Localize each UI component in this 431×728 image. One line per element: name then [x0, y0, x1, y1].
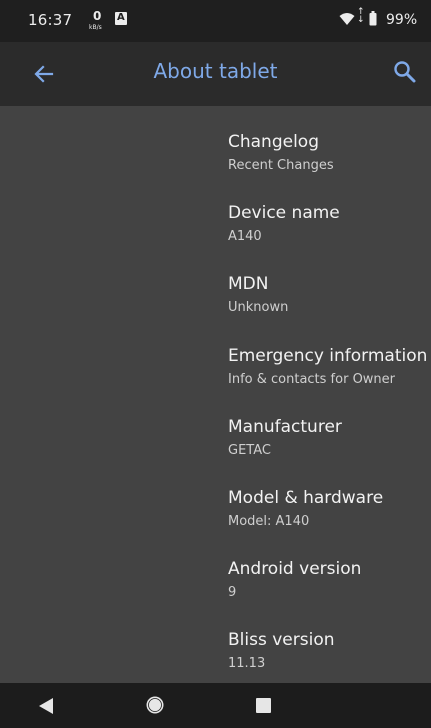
net-speed-indicator: 0 kB/s: [89, 7, 105, 33]
list-item-manufacturer[interactable]: Manufacturer GETAC: [0, 399, 431, 469]
status-time: 16:37: [28, 11, 73, 29]
page-title: About tablet: [153, 59, 278, 83]
notification-a-icon: A: [115, 12, 127, 25]
item-title: Manufacturer: [228, 417, 342, 437]
circle-home-icon[interactable]: [145, 695, 165, 715]
item-title: Emergency information: [228, 346, 428, 366]
app-bar: About tablet: [0, 42, 431, 106]
navigation-bar: [0, 683, 431, 728]
triangle-back-icon[interactable]: [38, 697, 54, 715]
list-item-bliss-version[interactable]: Bliss version 11.13: [0, 612, 431, 682]
item-title: MDN: [228, 274, 269, 294]
list-item-emergency-information[interactable]: Emergency information Info & contacts fo…: [0, 328, 431, 398]
net-speed-unit: kB/s: [89, 24, 102, 31]
data-arrows-icon: ↑ ↓: [357, 7, 365, 25]
item-title: Android version: [228, 559, 362, 579]
list-item-changelog[interactable]: Changelog Recent Changes: [0, 114, 431, 184]
list-item-device-name[interactable]: Device name A140: [0, 185, 431, 255]
search-icon[interactable]: [392, 59, 418, 85]
status-bar: 16:37 0 kB/s A ↑ ↓ 99%: [0, 0, 431, 42]
item-title: Model & hardware: [228, 488, 384, 508]
item-summary: Recent Changes: [228, 158, 334, 173]
list-item-android-version[interactable]: Android version 9: [0, 541, 431, 611]
item-summary: Unknown: [228, 300, 289, 315]
battery-icon: [369, 11, 377, 26]
net-speed-value: 0: [93, 9, 102, 23]
item-title: Changelog: [228, 132, 320, 152]
notification-letter: A: [117, 12, 125, 23]
item-summary: Model: A140: [228, 514, 310, 529]
list-item-model-hardware[interactable]: Model & hardware Model: A140: [0, 470, 431, 540]
screen: 16:37 0 kB/s A ↑ ↓ 99% About tablet Chan…: [0, 0, 431, 728]
list-item-mdn[interactable]: MDN Unknown: [0, 256, 431, 326]
item-summary: Info & contacts for Owner: [228, 372, 396, 387]
square-recents-icon[interactable]: [256, 698, 271, 713]
item-summary: A140: [228, 229, 262, 244]
item-summary: 9: [228, 585, 237, 600]
wifi-icon: [339, 13, 355, 25]
battery-percent: 99%: [386, 12, 418, 28]
item-title: Device name: [228, 203, 340, 223]
item-summary: GETAC: [228, 443, 271, 458]
item-summary: 11.13: [228, 656, 266, 671]
item-title: Bliss version: [228, 630, 335, 650]
